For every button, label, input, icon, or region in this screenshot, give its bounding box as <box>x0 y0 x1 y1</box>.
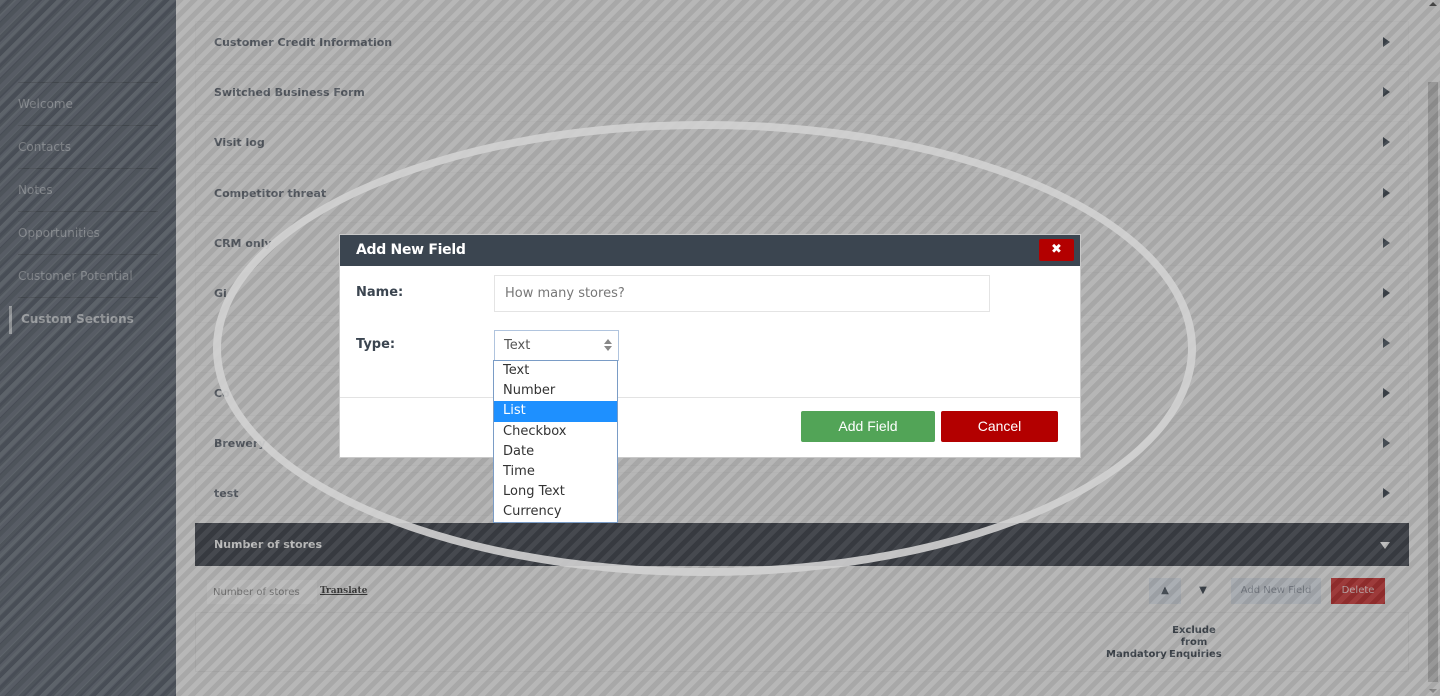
type-label: Type: <box>356 337 396 352</box>
sidebar-item-notes[interactable]: Notes <box>18 168 158 211</box>
column-header-exclude: Exclude from Enquiries <box>1169 625 1222 660</box>
expand-arrow-icon[interactable] <box>1383 288 1390 298</box>
section-title: Customer Credit Information <box>214 36 393 49</box>
type-option-text[interactable]: Text <box>494 361 617 381</box>
section-title: Brewery <box>214 437 266 450</box>
section-row-expanded[interactable]: Number of stores <box>195 523 1409 567</box>
scroll-up-icon[interactable] <box>1429 2 1437 6</box>
section-title: Competitor threat <box>214 187 327 200</box>
column-header-mandatory: Mandatory <box>1106 649 1167 660</box>
expand-arrow-icon[interactable] <box>1383 388 1390 398</box>
move-down-button[interactable]: ▼ <box>1187 578 1219 604</box>
fields-table: Mandatory Exclude from Enquiries <box>195 612 1409 672</box>
collapse-arrow-icon[interactable] <box>1380 542 1390 549</box>
section-title: test <box>214 487 239 500</box>
dialog-title: Add New Field <box>356 242 466 258</box>
type-option-number[interactable]: Number <box>494 381 617 401</box>
section-row[interactable]: Competitor threat <box>195 172 1409 216</box>
section-row[interactable]: Visit log <box>195 121 1409 165</box>
expand-arrow-icon[interactable] <box>1383 488 1390 498</box>
scroll-down-icon[interactable] <box>1429 689 1437 693</box>
cancel-button[interactable]: Cancel <box>941 411 1058 442</box>
sidebar-item-welcome[interactable]: Welcome <box>18 82 158 125</box>
type-select[interactable]: Text <box>494 330 619 361</box>
sidebar-item-custom-sections[interactable]: Custom Sections <box>9 297 158 340</box>
type-option-list[interactable]: List <box>494 401 617 422</box>
section-name-input[interactable] <box>207 580 317 604</box>
section-title: Number of stores <box>214 538 323 551</box>
expand-arrow-icon[interactable] <box>1383 137 1390 147</box>
section-row[interactable]: Switched Business Form <box>195 71 1409 115</box>
type-option-long-text[interactable]: Long Text <box>494 482 617 502</box>
section-title: CRM only <box>214 237 272 250</box>
delete-section-button[interactable]: Delete <box>1331 578 1385 604</box>
section-title: Gi <box>214 287 227 300</box>
add-field-button[interactable]: Add Field <box>801 411 935 442</box>
add-new-field-button[interactable]: Add New Field <box>1231 578 1321 604</box>
add-field-dialog: Add New Field ✖ Name: Type: Text Add Fie… <box>339 234 1081 458</box>
section-title: Co <box>214 387 230 400</box>
expand-arrow-icon[interactable] <box>1383 438 1390 448</box>
expand-arrow-icon[interactable] <box>1383 338 1390 348</box>
move-up-button[interactable]: ▲ <box>1149 578 1181 604</box>
section-row[interactable]: test <box>195 472 1409 516</box>
section-row[interactable]: Customer Credit Information <box>195 21 1409 65</box>
type-dropdown-list: Text Number List Checkbox Date Time Long… <box>493 360 618 523</box>
section-title: Visit log <box>214 136 265 149</box>
sidebar-item-opportunities[interactable]: Opportunities <box>18 211 158 254</box>
type-select-value: Text <box>504 338 531 353</box>
close-icon[interactable]: ✖ <box>1039 239 1074 261</box>
type-option-date[interactable]: Date <box>494 442 617 462</box>
section-title: Switched Business Form <box>214 86 365 99</box>
expand-arrow-icon[interactable] <box>1383 87 1390 97</box>
expand-arrow-icon[interactable] <box>1383 238 1390 248</box>
type-option-time[interactable]: Time <box>494 462 617 482</box>
scrollbar-thumb[interactable] <box>1428 82 1438 682</box>
expand-arrow-icon[interactable] <box>1383 188 1390 198</box>
sidebar-item-contacts[interactable]: Contacts <box>18 125 158 168</box>
sidebar: Welcome Contacts Notes Opportunities Cus… <box>0 0 176 696</box>
type-option-currency[interactable]: Currency <box>494 502 617 522</box>
dialog-divider <box>340 397 1080 398</box>
expand-arrow-icon[interactable] <box>1383 37 1390 47</box>
select-spinner-icon <box>604 339 612 351</box>
name-input[interactable] <box>494 275 990 312</box>
sidebar-nav: Welcome Contacts Notes Opportunities Cus… <box>9 82 158 340</box>
vertical-scrollbar[interactable] <box>1426 0 1440 696</box>
translate-link[interactable]: Translate <box>320 586 367 596</box>
name-label: Name: <box>356 285 404 300</box>
type-option-checkbox[interactable]: Checkbox <box>494 422 617 442</box>
sidebar-item-customer-potential[interactable]: Customer Potential <box>18 254 158 297</box>
expanded-section-body: Translate ▲ ▼ Add New Field Delete Manda… <box>195 566 1409 676</box>
dialog-header: Add New Field ✖ <box>340 235 1080 266</box>
